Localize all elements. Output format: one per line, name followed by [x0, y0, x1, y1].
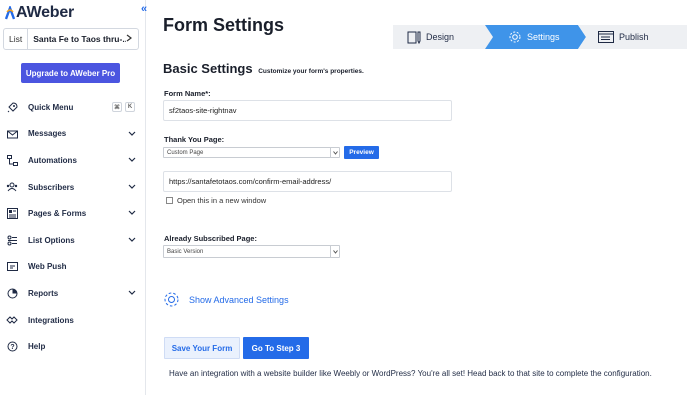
sidebar-item-help[interactable]: ? Help: [0, 333, 146, 360]
logo-text: AWeber: [16, 4, 75, 21]
sidebar-item-messages[interactable]: Messages: [0, 121, 146, 148]
aweber-logo-icon: [5, 6, 15, 20]
step-label: Publish: [619, 32, 649, 42]
list-selector[interactable]: List Santa Fe to Taos thru-...: [3, 28, 139, 50]
sidebar-item-label: Reports: [28, 288, 59, 298]
upgrade-button[interactable]: Upgrade to AWeber Pro: [21, 63, 120, 83]
already-subscribed-label: Already Subscribed Page:: [164, 234, 257, 243]
chevron-down-icon: [128, 130, 136, 139]
integration-note: Have an integration with a website build…: [169, 369, 652, 378]
step-label: Settings: [527, 32, 560, 42]
svg-text:?: ?: [10, 344, 14, 351]
gear-icon: [164, 292, 179, 307]
sidebar-item-label: Messages: [28, 129, 67, 139]
section-subtitle: Customize your form's properties.: [258, 68, 364, 75]
show-advanced-settings-link[interactable]: Show Advanced Settings: [163, 291, 289, 308]
sidebar-item-quick-menu[interactable]: Quick Menu ⌘ K: [0, 94, 146, 121]
chevron-down-icon: [128, 183, 136, 192]
list-selector-label: List: [4, 29, 29, 49]
automation-icon: [6, 154, 18, 166]
step-label: Design: [426, 32, 455, 42]
collapse-sidebar-icon[interactable]: «: [141, 3, 147, 15]
preview-button[interactable]: Preview: [344, 146, 379, 159]
thank-you-url-field[interactable]: https://santafetotaos.com/confirm-email-…: [163, 171, 452, 192]
chevron-down-icon: [128, 289, 136, 298]
chevron-down-icon: [128, 236, 136, 245]
sidebar-item-label: Pages & Forms: [28, 209, 87, 219]
sidebar-item-label: Automations: [28, 155, 77, 165]
publish-icon: [598, 31, 614, 43]
web-push-icon: [6, 261, 18, 273]
sidebar-item-label: Quick Menu: [28, 102, 74, 112]
shortcut-key: ⌘: [112, 102, 122, 112]
form-name-field[interactable]: sf2taos-site-rightnav: [163, 100, 452, 121]
form-name-label: Form Name*:: [164, 89, 211, 98]
sidebar-item-web-push[interactable]: Web Push: [0, 254, 146, 281]
design-icon: [407, 31, 421, 44]
gear-icon: [509, 31, 521, 43]
sidebar: AWeber « List Santa Fe to Taos thru-... …: [0, 0, 147, 395]
pages-forms-icon: [6, 208, 18, 220]
already-subscribed-select-value: Basic Version: [167, 248, 204, 255]
thank-you-page-select[interactable]: Custom Page: [163, 147, 340, 158]
sidebar-item-label: List Options: [28, 235, 75, 245]
form-name-value: sf2taos-site-rightnav: [169, 106, 237, 115]
list-options-icon: [6, 234, 18, 246]
thank-you-page-label: Thank You Page:: [164, 135, 225, 144]
save-form-button[interactable]: Save Your Form: [164, 337, 240, 359]
already-subscribed-select[interactable]: Basic Version: [163, 245, 340, 258]
open-new-window-option[interactable]: Open this in a new window: [166, 196, 266, 205]
sidebar-item-label: Help: [28, 342, 46, 352]
subscribers-icon: [6, 181, 18, 193]
sidebar-item-integrations[interactable]: Integrations: [0, 307, 146, 334]
go-to-step-3-button[interactable]: Go To Step 3: [243, 337, 309, 359]
sidebar-item-list-options[interactable]: List Options: [0, 227, 146, 254]
step-progress: Design Settings Publish: [393, 25, 687, 49]
open-new-window-checkbox[interactable]: [166, 197, 173, 204]
chevron-down-icon: [330, 148, 339, 157]
sidebar-item-label: Integrations: [28, 315, 74, 325]
section-title-text: Basic Settings: [163, 61, 253, 76]
section-title: Basic Settings Customize your form's pro…: [163, 61, 364, 76]
step-settings[interactable]: Settings: [508, 25, 560, 49]
thank-you-url-value: https://santafetotaos.com/confirm-email-…: [169, 177, 332, 186]
list-selector-value: Santa Fe to Taos thru-...: [33, 34, 126, 44]
reports-icon: [6, 287, 18, 299]
step-design[interactable]: Design: [407, 25, 454, 49]
open-new-window-label: Open this in a new window: [177, 196, 267, 205]
sidebar-item-reports[interactable]: Reports: [0, 280, 146, 307]
show-advanced-settings-label: Show Advanced Settings: [189, 294, 289, 305]
shortcut-key: K: [125, 102, 135, 112]
help-icon: ?: [6, 341, 18, 353]
rocket-icon: [6, 101, 18, 113]
thank-you-page-select-value: Custom Page: [167, 149, 204, 156]
sidebar-item-label: Subscribers: [28, 182, 75, 192]
chevron-down-icon: [128, 209, 136, 218]
sidebar-nav: Quick Menu ⌘ K Messages Automations Subs…: [0, 94, 146, 360]
sidebar-item-automations[interactable]: Automations: [0, 147, 146, 174]
integrations-icon: [6, 314, 18, 326]
aweber-logo[interactable]: AWeber: [5, 3, 74, 23]
envelope-icon: [6, 128, 18, 140]
chevron-right-icon: [126, 34, 138, 45]
page-title: Form Settings: [163, 15, 285, 35]
sidebar-item-subscribers[interactable]: Subscribers: [0, 174, 146, 201]
sidebar-item-label: Web Push: [28, 262, 67, 272]
chevron-down-icon: [330, 246, 339, 257]
step-publish[interactable]: Publish: [598, 25, 649, 49]
chevron-down-icon: [128, 156, 136, 165]
sidebar-item-pages-forms[interactable]: Pages & Forms: [0, 200, 146, 227]
